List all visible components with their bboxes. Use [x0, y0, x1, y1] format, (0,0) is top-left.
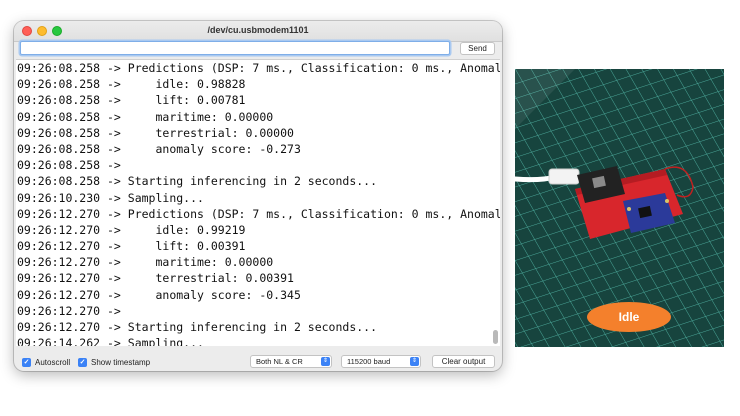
usb-cable: [515, 168, 580, 185]
console-line: 09:26:12.270 ->: [17, 303, 121, 318]
serial-monitor-window: /dev/cu.usbmodem1101 Send 09:26:08.258 -…: [14, 21, 502, 371]
baud-rate-select[interactable]: 115200 baud ⇕: [341, 355, 421, 368]
device-photo: Idle: [515, 69, 724, 347]
console-line: 09:26:08.258 ->: [17, 158, 121, 173]
console-line: 09:26:10.230 -> Sampling...: [17, 190, 204, 205]
prediction-badge: Idle: [587, 302, 671, 332]
show-timestamp-checkbox[interactable]: ✓: [78, 358, 87, 367]
chevron-updown-icon: ⇕: [321, 357, 330, 366]
console-line: 09:26:12.270 -> idle: 0.99219: [17, 222, 246, 237]
console-line: 09:26:08.258 -> anomaly score: -0.273: [17, 141, 301, 156]
console-line: 09:26:12.270 -> lift: 0.00391: [17, 239, 246, 254]
console-line: 09:26:08.258 -> idle: 0.98828: [17, 77, 246, 92]
console-line: 09:26:12.270 -> Starting inferencing in …: [17, 320, 378, 334]
autoscroll-label: Autoscroll: [35, 358, 71, 367]
clear-output-button[interactable]: Clear output: [432, 355, 495, 368]
serial-send-input[interactable]: [20, 41, 450, 55]
console-line: 09:26:08.258 -> lift: 0.00781: [17, 93, 246, 108]
console-line: 09:26:12.270 -> terrestrial: 0.00391: [17, 271, 294, 286]
console-line: 09:26:08.258 -> Predictions (DSP: 7 ms.,…: [17, 61, 500, 75]
window-title: /dev/cu.usbmodem1101: [207, 25, 309, 35]
send-button[interactable]: Send: [460, 42, 495, 55]
console-line: 09:26:08.258 -> maritime: 0.00000: [17, 109, 274, 124]
console-line: 09:26:14.262 -> Sampling...: [17, 336, 204, 346]
show-timestamp-label: Show timestamp: [91, 358, 151, 367]
title-bar: /dev/cu.usbmodem1101: [14, 21, 502, 42]
serial-footer: ✓ Autoscroll ✓ Show timestamp Both NL & …: [14, 349, 502, 371]
chevron-updown-icon: ⇕: [410, 357, 419, 366]
line-ending-select[interactable]: Both NL & CR ⇕: [250, 355, 332, 368]
baud-rate-value: 115200 baud: [347, 357, 391, 366]
console-line: 09:26:12.270 -> Predictions (DSP: 7 ms.,…: [17, 206, 500, 221]
console-line: 09:26:12.270 -> maritime: 0.00000: [17, 255, 274, 270]
scroll-thumb[interactable]: [493, 330, 498, 344]
console-line: 09:26:12.270 -> anomaly score: -0.345: [17, 287, 301, 302]
console-scrollbar[interactable]: [490, 60, 498, 346]
line-ending-value: Both NL & CR: [256, 357, 303, 366]
serial-output[interactable]: 09:26:08.258 -> Predictions (DSP: 7 ms.,…: [16, 59, 500, 346]
console-line: 09:26:08.258 -> Starting inferencing in …: [17, 174, 378, 189]
console-line: 09:26:08.258 -> terrestrial: 0.00000: [17, 125, 294, 140]
autoscroll-checkbox[interactable]: ✓: [22, 358, 31, 367]
